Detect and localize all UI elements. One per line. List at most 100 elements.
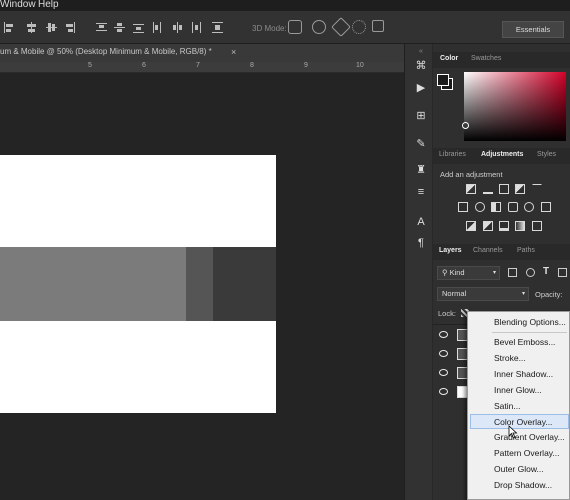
align-middle-icon[interactable]	[46, 22, 57, 33]
tab-channels[interactable]: Channels	[473, 247, 503, 254]
options-bar: 3D Mode: Essentials	[0, 11, 570, 44]
align-left-icon[interactable]	[4, 22, 15, 33]
black-white-icon[interactable]	[491, 202, 501, 212]
tab-color[interactable]: Color	[440, 55, 458, 62]
workspace-switcher[interactable]: Essentials	[502, 21, 564, 38]
history-icon[interactable]: ⌘	[415, 60, 427, 72]
artboard-white-bottom	[0, 321, 276, 413]
foreground-color-swatch[interactable]	[437, 74, 449, 86]
brush-settings-icon[interactable]: ✎	[415, 138, 427, 150]
distribute-left-icon[interactable]	[152, 22, 163, 33]
tab-adjustments[interactable]: Adjustments	[481, 151, 523, 158]
gray-block-dark	[213, 247, 276, 321]
visibility-eye-icon[interactable]	[439, 369, 448, 376]
brightness-contrast-icon[interactable]	[466, 184, 476, 194]
properties-icon[interactable]: ⊞	[415, 110, 427, 122]
menu-separator	[492, 332, 567, 333]
menu-item-blending-options[interactable]: Blending Options...	[494, 317, 566, 327]
posterize-icon[interactable]	[483, 221, 493, 231]
distribute-right-icon[interactable]	[190, 22, 201, 33]
menu-item-stroke[interactable]: Stroke...	[494, 353, 526, 363]
color-panel-tabs: Color Swatches	[433, 52, 570, 68]
color-picker-cursor[interactable]	[462, 122, 469, 129]
selective-color-icon[interactable]	[532, 221, 542, 231]
menu-window[interactable]: Window	[0, 0, 36, 10]
tool-presets-icon[interactable]: ≡	[415, 186, 427, 198]
filter-type-icon[interactable]: T	[543, 266, 549, 277]
menu-item-inner-shadow[interactable]: Inner Shadow...	[494, 369, 553, 379]
menu-item-bevel-emboss[interactable]: Bevel Emboss...	[494, 337, 555, 347]
ruler-tick: 7	[196, 62, 200, 69]
menu-item-color-overlay[interactable]: Color Overlay...	[494, 417, 552, 427]
actions-play-icon[interactable]: ▶	[415, 82, 427, 94]
gradient-map-icon[interactable]	[515, 221, 525, 231]
color-field[interactable]	[464, 72, 566, 141]
3d-pan-icon[interactable]	[331, 17, 351, 37]
filter-adjustment-icon[interactable]	[526, 268, 535, 277]
paragraph-icon[interactable]: ¶	[415, 237, 427, 249]
distribute-hcenter-icon[interactable]	[172, 22, 183, 33]
search-icon: ⚲	[442, 268, 448, 277]
color-lookup-icon[interactable]	[541, 202, 551, 212]
close-tab-icon[interactable]: ×	[231, 44, 236, 60]
visibility-eye-icon[interactable]	[439, 331, 448, 338]
collapse-icon[interactable]: «	[415, 46, 427, 58]
ruler-tick: 6	[142, 62, 146, 69]
3d-slide-icon[interactable]	[352, 20, 366, 34]
menu-item-inner-glow[interactable]: Inner Glow...	[494, 385, 542, 395]
horizontal-ruler: 5 6 7 8 9 10	[0, 62, 404, 73]
color-balance-icon[interactable]	[475, 202, 485, 212]
visibility-eye-icon[interactable]	[439, 388, 448, 395]
distribute-top-icon[interactable]	[96, 22, 107, 33]
clone-source-icon[interactable]: ♜	[415, 164, 427, 176]
menu-item-drop-shadow[interactable]: Drop Shadow...	[494, 480, 552, 490]
invert-icon[interactable]	[466, 221, 476, 231]
3d-roll-icon[interactable]	[312, 20, 326, 34]
menu-bar: Window Help	[0, 0, 570, 11]
distribute-bottom-icon[interactable]	[133, 22, 144, 33]
filter-pixel-icon[interactable]	[508, 268, 517, 277]
menu-item-outer-glow[interactable]: Outer Glow...	[494, 464, 544, 474]
chevron-down-icon: ▾	[492, 270, 496, 276]
artboard-white-top	[0, 155, 276, 247]
3d-mode-label: 3D Mode:	[252, 24, 287, 33]
blend-mode-dropdown[interactable]: Normal ▾	[437, 287, 529, 301]
tab-styles[interactable]: Styles	[537, 151, 556, 158]
photo-filter-icon[interactable]	[508, 202, 518, 212]
opacity-label: Opacity:	[535, 290, 563, 299]
menu-item-satin[interactable]: Satin...	[494, 401, 520, 411]
mouse-cursor-icon	[508, 425, 518, 439]
document-tab[interactable]: um & Mobile @ 50% (Desktop Minimum & Mob…	[0, 44, 212, 62]
auto-align-icon[interactable]	[212, 22, 223, 33]
lock-label: Lock:	[438, 309, 456, 318]
menu-item-gradient-overlay[interactable]: Gradient Overlay...	[494, 432, 565, 442]
menu-item-pattern-overlay[interactable]: Pattern Overlay...	[494, 448, 560, 458]
visibility-eye-icon[interactable]	[439, 350, 448, 357]
filter-shape-icon[interactable]	[558, 268, 567, 277]
align-center-icon[interactable]	[26, 22, 37, 33]
layer-style-context-menu: Blending Options... Bevel Emboss... Stro…	[467, 311, 570, 500]
filter-kind-dropdown[interactable]: ⚲ Kind ▾	[437, 266, 500, 280]
tab-paths[interactable]: Paths	[517, 247, 535, 254]
channel-mixer-icon[interactable]	[524, 202, 534, 212]
tab-swatches[interactable]: Swatches	[471, 55, 501, 62]
ruler-tick: 9	[304, 62, 308, 69]
tab-layers[interactable]: Layers	[439, 247, 462, 254]
align-right-icon[interactable]	[64, 22, 75, 33]
distribute-vcenter-icon[interactable]	[114, 22, 125, 33]
character-icon[interactable]: A	[415, 216, 427, 228]
tab-libraries[interactable]: Libraries	[439, 151, 466, 158]
threshold-icon[interactable]	[499, 221, 509, 231]
curves-icon[interactable]	[499, 184, 509, 194]
document-canvas[interactable]	[0, 73, 404, 500]
panel-icon-strip: « ⌘ ▶ ⊞ ✎ ♜ ≡ A ¶	[404, 44, 432, 500]
exposure-icon[interactable]	[515, 184, 525, 194]
filter-kind-value: Kind	[449, 268, 465, 277]
vibrance-icon[interactable]	[532, 184, 542, 194]
menu-help[interactable]: Help	[38, 0, 59, 10]
3d-orbit-icon[interactable]	[288, 20, 302, 34]
hue-saturation-icon[interactable]	[458, 202, 468, 212]
ruler-tick: 8	[250, 62, 254, 69]
3d-scale-icon[interactable]	[372, 20, 384, 32]
levels-icon[interactable]	[483, 184, 493, 194]
